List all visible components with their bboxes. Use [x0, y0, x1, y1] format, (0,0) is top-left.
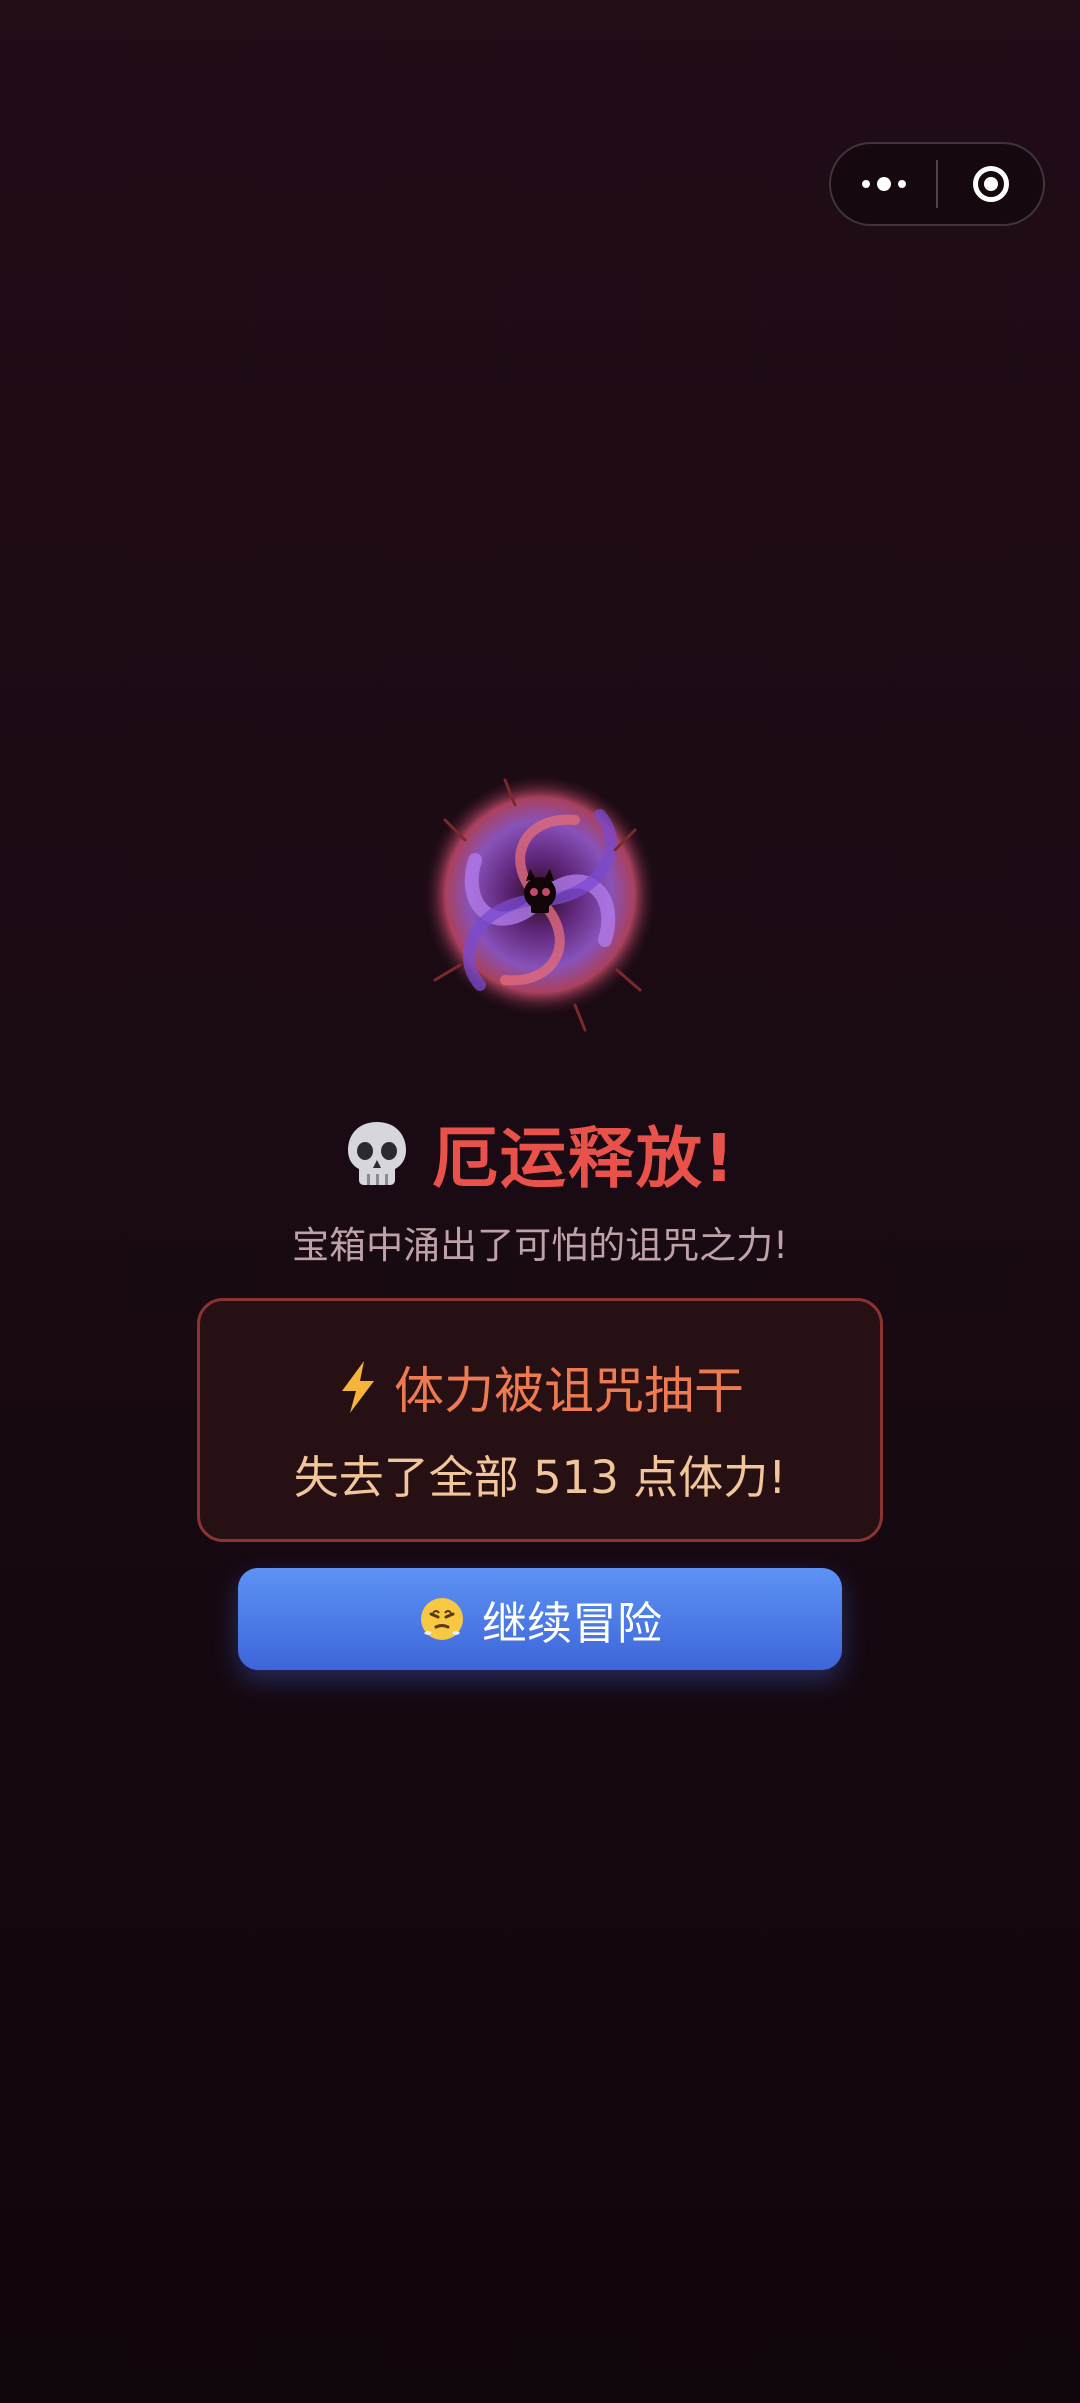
- skull-icon: [347, 1122, 406, 1185]
- effect-description: 失去了全部 513 点体力!: [293, 1451, 787, 1504]
- continue-button-label: 继续冒险: [481, 1596, 662, 1650]
- effect-heading: 体力被诅咒抽干: [200, 1351, 880, 1423]
- target-close-icon[interactable]: [938, 144, 1043, 224]
- result-title: 厄运释放!: [0, 1108, 1080, 1198]
- miniprogram-capsule: [829, 142, 1045, 226]
- steaming-face-icon: [420, 1598, 463, 1640]
- lightning-icon: [342, 1361, 374, 1413]
- effect-heading-text: 体力被诅咒抽干: [394, 1362, 744, 1420]
- curse-vortex-icon: [422, 778, 658, 1032]
- more-dots-icon[interactable]: [831, 144, 936, 224]
- title-text: 厄运释放!: [431, 1120, 737, 1197]
- result-subtitle: 宝箱中涌出了可怕的诅咒之力!: [292, 1224, 788, 1267]
- continue-adventure-button[interactable]: 继续冒险: [238, 1568, 842, 1670]
- effect-panel: 体力被诅咒抽干 失去了全部 513 点体力!: [197, 1298, 883, 1542]
